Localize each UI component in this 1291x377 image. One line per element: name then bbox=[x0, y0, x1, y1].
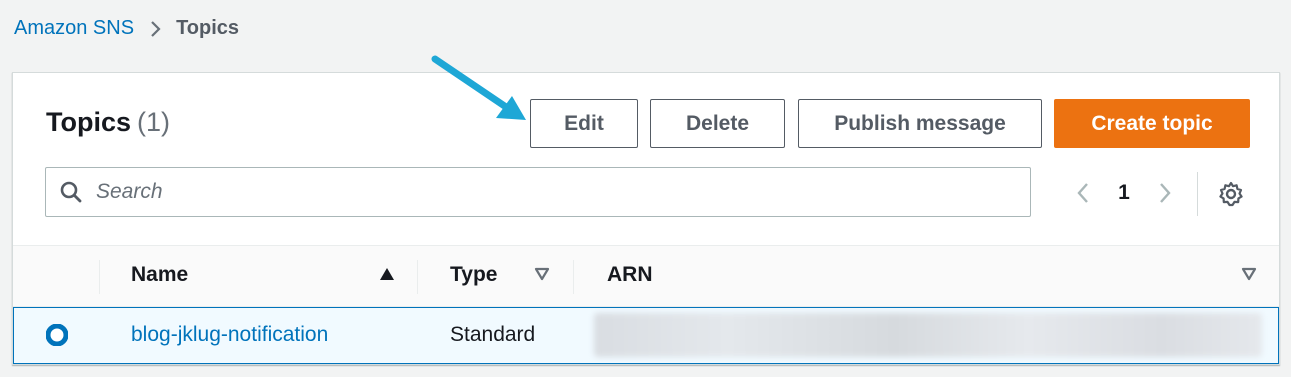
page-title: Topics (1) bbox=[46, 107, 170, 138]
pagination-divider bbox=[1197, 172, 1198, 216]
arn-value-redacted bbox=[594, 313, 1262, 357]
search-box[interactable] bbox=[45, 167, 1031, 217]
column-divider bbox=[573, 260, 574, 294]
search-input[interactable] bbox=[96, 180, 996, 204]
topic-name-link[interactable]: blog-jklug-notification bbox=[131, 323, 328, 347]
radio-selected-icon[interactable] bbox=[45, 323, 69, 351]
sort-descending-icon[interactable] bbox=[534, 267, 550, 286]
edit-button[interactable]: Edit bbox=[530, 99, 638, 148]
breadcrumb: Amazon SNS Topics bbox=[14, 17, 239, 40]
column-header-name[interactable]: Name bbox=[131, 263, 188, 287]
delete-button[interactable]: Delete bbox=[650, 99, 785, 148]
chevron-right-icon[interactable] bbox=[1149, 181, 1181, 205]
pagination: 1 bbox=[1067, 173, 1181, 213]
chevron-right-icon bbox=[150, 20, 162, 38]
topic-count: (1) bbox=[137, 107, 171, 137]
title-text: Topics bbox=[46, 107, 132, 137]
search-icon bbox=[46, 180, 96, 204]
annotation-arrow-icon bbox=[431, 55, 526, 120]
column-header-type[interactable]: Type bbox=[450, 263, 497, 287]
create-topic-button[interactable]: Create topic bbox=[1054, 99, 1250, 148]
publish-message-button[interactable]: Publish message bbox=[798, 99, 1042, 148]
topic-type: Standard bbox=[450, 323, 536, 346]
topics-panel: Topics (1) Edit Delete Publish message Cr… bbox=[12, 72, 1280, 365]
sort-ascending-icon[interactable] bbox=[379, 267, 395, 286]
column-divider bbox=[417, 260, 418, 294]
column-divider bbox=[99, 260, 100, 294]
breadcrumb-topics: Topics bbox=[176, 17, 240, 39]
table-row[interactable]: blog-jklug-notification Standard bbox=[13, 307, 1279, 364]
page-number[interactable]: 1 bbox=[1099, 181, 1149, 205]
column-header-arn[interactable]: ARN bbox=[607, 263, 653, 287]
breadcrumb-amazon-sns[interactable]: Amazon SNS bbox=[14, 17, 134, 40]
table-header: Name Type ARN bbox=[13, 245, 1279, 307]
sort-descending-icon[interactable] bbox=[1241, 267, 1257, 286]
settings-gear-icon[interactable] bbox=[1214, 177, 1248, 211]
chevron-left-icon[interactable] bbox=[1067, 181, 1099, 205]
